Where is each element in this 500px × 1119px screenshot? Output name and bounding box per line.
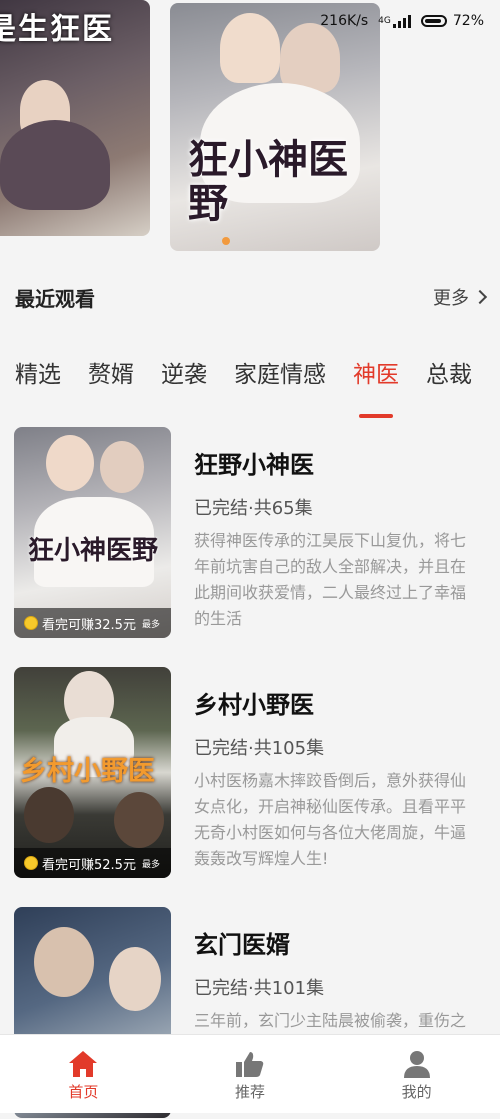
- category-tabs: 精选 赘婿 逆袭 家庭情感 神医 总裁: [15, 355, 472, 418]
- cover-figure: [114, 792, 164, 848]
- thumbs-up-icon: [235, 1047, 265, 1081]
- earn-text: 看完可赚52.5元: [42, 857, 136, 873]
- earn-badge: 看完可赚52.5元 最多: [14, 848, 171, 878]
- cover-figure: [100, 441, 144, 493]
- cover-title: 狂小神医野: [28, 536, 159, 566]
- drama-status: 已完结·共101集: [194, 978, 325, 999]
- nav-profile-label: 我的: [401, 1083, 432, 1101]
- recent-title: 最近观看: [15, 286, 95, 311]
- tab-nixi[interactable]: 逆袭: [161, 355, 207, 405]
- drama-description: 获得神医传承的江昊辰下山复仇，将七年前坑害自己的敌人全部解决，并且在此期间收获爱…: [194, 531, 467, 628]
- earn-suffix: 最多: [141, 859, 160, 870]
- drama-cover[interactable]: 狂小神医野 看完可赚32.5元 最多: [14, 427, 171, 638]
- status-bar: 216K/s 4G 72%: [0, 0, 500, 42]
- banner-title: 狂小神医野: [188, 136, 348, 227]
- battery-icon: [420, 15, 447, 27]
- tab-jingxuan[interactable]: 精选: [15, 355, 61, 405]
- more-link[interactable]: 更多: [433, 284, 488, 310]
- drama-status: 已完结·共65集: [194, 498, 313, 519]
- drama-title[interactable]: 狂野小神医: [194, 445, 474, 480]
- tab-zhuixu[interactable]: 赘婿: [88, 355, 134, 405]
- network-speed: 216K/s: [320, 13, 369, 29]
- drama-info: 狂野小神医 已完结·共65集 获得神医传承的江昊辰下山复仇，将七年前坑害自己的敌…: [194, 445, 474, 632]
- nav-home[interactable]: 首页: [0, 1035, 167, 1113]
- more-label: 更多: [433, 288, 469, 309]
- drama-cover[interactable]: 乡村小野医 看完可赚52.5元 最多: [14, 667, 171, 878]
- drama-title[interactable]: 玄门医婿: [194, 925, 474, 960]
- drama-status: 已完结·共105集: [194, 738, 325, 759]
- chevron-right-icon: [472, 289, 488, 305]
- earn-text: 看完可赚32.5元: [42, 617, 136, 633]
- tab-label: 神医: [353, 362, 399, 388]
- battery-level: 72%: [452, 13, 484, 29]
- cover-figure: [34, 927, 94, 997]
- recent-section-header: 最近观看 更多: [15, 282, 488, 312]
- nav-recommend-label: 推荐: [235, 1083, 266, 1101]
- earn-suffix: 最多: [141, 619, 160, 630]
- coin-icon: [24, 856, 38, 870]
- bottom-nav: 首页 推荐 我的: [0, 1034, 500, 1113]
- nav-recommend[interactable]: 推荐: [167, 1035, 334, 1113]
- user-icon: [402, 1047, 432, 1081]
- tab-underline: [359, 414, 393, 418]
- banner-figure: [0, 120, 110, 210]
- earn-badge: 看完可赚32.5元 最多: [14, 608, 171, 638]
- tab-shenyi[interactable]: 神医: [353, 355, 399, 418]
- nav-home-label: 首页: [68, 1083, 99, 1101]
- coin-icon: [24, 616, 38, 630]
- cover-figure: [109, 947, 161, 1011]
- drama-info: 乡村小野医 已完结·共105集 小村医杨嘉木摔跤昏倒后，意外获得仙女点化，开启神…: [194, 685, 474, 872]
- cover-figure: [24, 787, 74, 843]
- tab-jiating[interactable]: 家庭情感: [234, 355, 326, 405]
- drama-title[interactable]: 乡村小野医: [194, 685, 474, 720]
- tab-zongcai[interactable]: 总裁: [426, 355, 472, 405]
- list-item[interactable]: 狂小神医野 看完可赚32.5元 最多 狂野小神医 已完结·共65集 获得神医传承…: [14, 427, 486, 639]
- nav-profile[interactable]: 我的: [333, 1035, 500, 1113]
- drama-description: 小村医杨嘉木摔跤昏倒后，意外获得仙女点化，开启神秘仙医传承。且看平平无奇小村医如…: [194, 771, 467, 868]
- carousel-indicator: [222, 237, 230, 245]
- home-icon: [68, 1047, 98, 1081]
- list-item[interactable]: 乡村小野医 看完可赚52.5元 最多 乡村小野医 已完结·共105集 小村医杨嘉…: [14, 667, 486, 879]
- network-type: 4G: [378, 16, 391, 26]
- signal-icon: [392, 14, 411, 28]
- cover-figure: [46, 435, 94, 491]
- cover-title: 乡村小野医: [20, 756, 155, 787]
